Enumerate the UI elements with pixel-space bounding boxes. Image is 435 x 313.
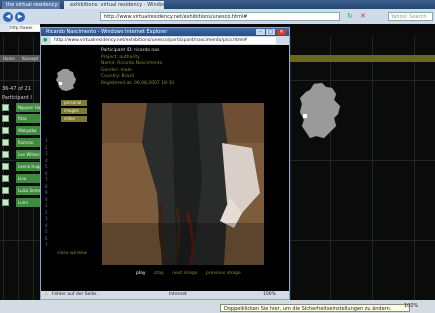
participant-button[interactable]: Luiza Seme bbox=[16, 186, 40, 195]
popup-window: Ricardo Nascimento - Windows Internet Ex… bbox=[40, 27, 290, 300]
page-icon: ● bbox=[43, 37, 48, 43]
popup-status-bar: ⚠ Fehler auf der Seite. Internet 100% bbox=[41, 291, 289, 299]
personal-button[interactable]: personal bbox=[61, 100, 87, 106]
stop-button[interactable]: stop bbox=[154, 271, 164, 276]
list-checkbox[interactable] bbox=[2, 127, 9, 134]
participant-button[interactable]: Lumi bbox=[16, 198, 40, 207]
close-icon[interactable]: ✕ bbox=[277, 29, 286, 35]
images-button[interactable]: images bbox=[61, 108, 87, 114]
minimize-icon[interactable]: – bbox=[256, 29, 265, 35]
popup-zoom[interactable]: 100% bbox=[263, 291, 276, 299]
site-nav: Home Konzept bbox=[0, 55, 42, 62]
grid-line bbox=[372, 36, 373, 300]
refresh-icon[interactable]: ↻ bbox=[347, 12, 357, 21]
participant-info: Participant ID: ricardo nas Project: aut… bbox=[101, 48, 174, 87]
germany-map-small bbox=[56, 69, 76, 91]
browser-tab-1[interactable]: the virtual residency: sh... bbox=[2, 1, 60, 9]
player-controls: play stop next image previous image bbox=[136, 271, 248, 276]
participant-button[interactable]: Leena Huga bbox=[16, 162, 40, 171]
image-index-list: 1 2 3 4 5 6 7 8 9 0 1 2 3 4 5 6 7 bbox=[45, 138, 50, 249]
warning-icon[interactable]: ⚠ bbox=[44, 291, 48, 299]
list-checkbox[interactable] bbox=[2, 104, 9, 111]
maximize-icon[interactable]: □ bbox=[266, 29, 275, 35]
participant-heading: Participant I bbox=[2, 95, 32, 101]
list-checkbox[interactable] bbox=[2, 139, 9, 146]
participant-button[interactable]: Lina bbox=[16, 174, 40, 183]
participant-button[interactable]: Wakpaba bbox=[16, 126, 40, 135]
stop-icon[interactable]: ✕ bbox=[360, 12, 370, 21]
close-window-link[interactable]: close window bbox=[57, 251, 87, 256]
list-checkbox[interactable] bbox=[2, 115, 9, 122]
list-checkbox[interactable] bbox=[2, 187, 9, 194]
list-checkbox[interactable] bbox=[2, 163, 9, 170]
next-image-button[interactable]: next image bbox=[172, 271, 197, 276]
security-tooltip: Doppelklicken Sie hier, um die Sicherhei… bbox=[220, 304, 410, 312]
grid-line bbox=[290, 36, 291, 300]
forward-icon[interactable]: ▶ bbox=[15, 12, 25, 22]
grid-line bbox=[414, 36, 415, 300]
header-bar bbox=[287, 55, 435, 62]
list-checkbox[interactable] bbox=[2, 199, 9, 206]
image-index[interactable]: 7 bbox=[45, 242, 50, 249]
second-address-bar[interactable]: http://www. bbox=[10, 25, 40, 31]
participant-button[interactable]: Nguyen Hai bbox=[16, 103, 40, 112]
participant-button[interactable]: Lee Wilkens bbox=[16, 150, 40, 159]
search-input[interactable]: Yahoo! Search bbox=[388, 12, 433, 21]
status-error-text[interactable]: Fehler auf der Seite. bbox=[52, 291, 98, 299]
popup-address-bar[interactable]: http://www.virtualresidency.net/exhibiti… bbox=[51, 37, 276, 44]
browser-tab-2[interactable]: exhibitions: virtual residency - Windows… bbox=[64, 1, 164, 9]
participant-button[interactable]: Rtas bbox=[16, 114, 40, 123]
previous-image-button[interactable]: previous image bbox=[206, 271, 241, 276]
internet-zone: Internet bbox=[169, 292, 187, 297]
nav-home[interactable]: Home bbox=[3, 55, 15, 62]
participant-photo bbox=[102, 103, 264, 265]
nav-concept[interactable]: Konzept bbox=[22, 55, 38, 62]
popup-title: Ricardo Nascimento - Windows Internet Ex… bbox=[41, 28, 289, 36]
list-checkbox[interactable] bbox=[2, 151, 9, 158]
back-icon[interactable]: ◀ bbox=[3, 12, 13, 22]
list-checkbox[interactable] bbox=[2, 175, 9, 182]
participant-registered: Registered at: 06.08.2007 18:30 bbox=[101, 80, 175, 86]
results-count: 36-47 of 21 bbox=[2, 86, 31, 92]
grid-line bbox=[330, 36, 331, 300]
play-button[interactable]: play bbox=[136, 271, 146, 276]
address-bar[interactable]: http://www.virtualresidency.net/exhibiti… bbox=[100, 12, 340, 21]
zoom-level[interactable]: 100% bbox=[404, 303, 418, 309]
germany-map bbox=[299, 82, 341, 139]
video-button[interactable]: video bbox=[61, 116, 87, 122]
participant-button[interactable]: Kamran bbox=[16, 138, 40, 147]
